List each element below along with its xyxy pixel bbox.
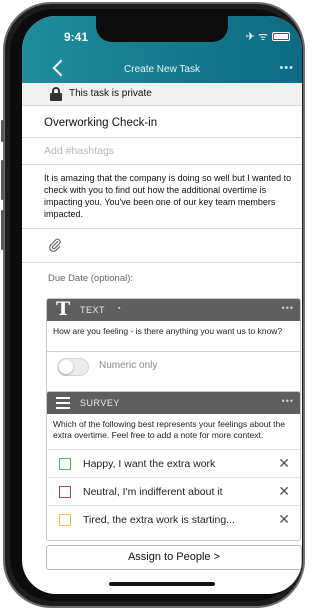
text-card-header: T TEXT ▪ ••• bbox=[47, 299, 300, 321]
cursor-icon: ▪ bbox=[118, 305, 121, 312]
option-label[interactable]: Neutral, I'm indifferent about it bbox=[83, 486, 223, 498]
survey-question-card: SURVEY ••• Which of the following best r… bbox=[46, 391, 301, 541]
survey-option[interactable]: Neutral, I'm indifferent about it ✕ bbox=[47, 477, 300, 505]
list-icon bbox=[56, 397, 70, 409]
hashtags-placeholder: Add #hashtags bbox=[44, 145, 115, 157]
attachment-divider bbox=[22, 262, 302, 263]
numeric-only-label: Numeric only bbox=[99, 360, 158, 371]
airplane-wifi-icon: ✈ ᯤ bbox=[245, 31, 268, 43]
card-divider bbox=[47, 351, 300, 352]
more-menu-icon[interactable]: ••• bbox=[279, 62, 294, 74]
volume-down-button bbox=[1, 210, 4, 250]
privacy-label: This task is private bbox=[69, 88, 152, 99]
task-title-value: Overworking Check-in bbox=[44, 117, 158, 129]
survey-card-question[interactable]: Which of the following best represents y… bbox=[53, 419, 297, 440]
app-header: 9:41 ✈ ᯤ Create New Task ••• bbox=[22, 16, 302, 83]
privacy-row[interactable]: This task is private bbox=[22, 83, 302, 106]
option-color-swatch bbox=[59, 458, 71, 470]
survey-option[interactable]: Happy, I want the extra work ✕ bbox=[47, 449, 300, 477]
remove-option-icon[interactable]: ✕ bbox=[278, 511, 290, 528]
status-icons: ✈ ᯤ bbox=[246, 29, 290, 44]
paperclip-icon[interactable] bbox=[48, 238, 62, 252]
hashtags-field[interactable]: Add #hashtags bbox=[22, 138, 302, 165]
assign-to-people-button[interactable]: Assign to People > bbox=[46, 545, 302, 570]
survey-option[interactable]: Tired, the extra work is starting... ✕ bbox=[47, 505, 300, 533]
lock-icon bbox=[50, 87, 62, 101]
text-card-question[interactable]: How are you feeling - is there anything … bbox=[53, 326, 297, 337]
description-text: It is amazing that the company is doing … bbox=[44, 173, 292, 219]
home-indicator bbox=[109, 582, 215, 586]
survey-card-more-icon[interactable]: ••• bbox=[282, 396, 294, 406]
battery-icon bbox=[272, 32, 290, 41]
text-card-more-icon[interactable]: ••• bbox=[282, 303, 294, 313]
text-card-type-label: TEXT bbox=[80, 305, 106, 315]
task-title-field[interactable]: Overworking Check-in bbox=[22, 108, 302, 138]
page-title: Create New Task bbox=[124, 64, 200, 75]
option-label[interactable]: Happy, I want the extra work bbox=[83, 458, 215, 470]
device-notch bbox=[96, 16, 228, 42]
remove-option-icon[interactable]: ✕ bbox=[278, 455, 290, 472]
text-type-icon: T bbox=[56, 298, 71, 320]
option-label[interactable]: Tired, the extra work is starting... bbox=[83, 514, 235, 526]
app-screen: 9:41 ✈ ᯤ Create New Task ••• This task i… bbox=[22, 16, 302, 594]
option-color-swatch bbox=[59, 486, 71, 498]
numeric-only-toggle[interactable] bbox=[57, 358, 89, 376]
option-color-swatch bbox=[59, 514, 71, 526]
remove-option-icon[interactable]: ✕ bbox=[278, 483, 290, 500]
status-time: 9:41 bbox=[64, 30, 89, 44]
due-date-field[interactable]: Due Date (optional): bbox=[48, 273, 133, 284]
text-question-card: T TEXT ▪ ••• How are you feeling - is th… bbox=[46, 298, 301, 399]
volume-up-button bbox=[1, 160, 4, 200]
description-field[interactable]: It is amazing that the company is doing … bbox=[22, 167, 302, 229]
survey-card-header: SURVEY ••• bbox=[47, 392, 300, 414]
mute-switch bbox=[1, 120, 4, 142]
survey-card-type-label: SURVEY bbox=[80, 398, 120, 408]
